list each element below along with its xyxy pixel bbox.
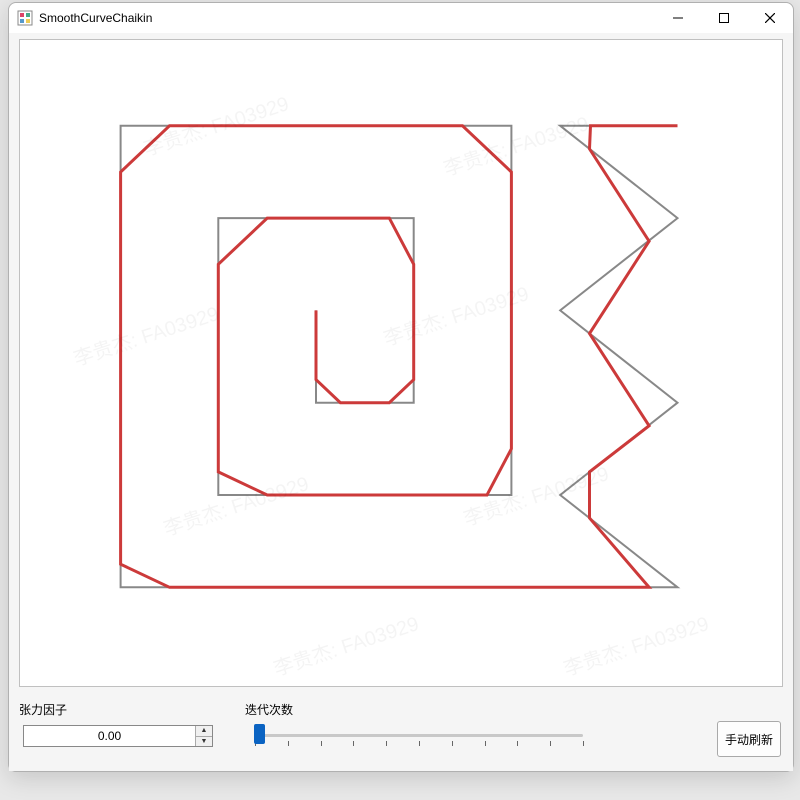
controls-panel: 张力因子 迭代次数 ▲ ▼ 手动刷新 xyxy=(9,695,793,771)
window-title: SmoothCurveChaikin xyxy=(39,11,152,25)
maximize-button[interactable] xyxy=(701,3,747,33)
refresh-button[interactable]: 手动刷新 xyxy=(717,721,781,757)
tension-value-field[interactable] xyxy=(24,726,195,746)
control-polyline xyxy=(121,126,678,588)
titlebar[interactable]: SmoothCurveChaikin xyxy=(9,3,793,33)
refresh-button-label: 手动刷新 xyxy=(725,731,773,748)
app-window: SmoothCurveChaikin 李贵杰: FA03929 李贵杰: FA0… xyxy=(8,2,794,772)
iterations-slider[interactable] xyxy=(249,721,589,751)
slider-track xyxy=(255,734,583,737)
app-icon xyxy=(17,10,33,26)
tension-input[interactable]: ▲ ▼ xyxy=(23,725,213,747)
minimize-button[interactable] xyxy=(655,3,701,33)
slider-ticks xyxy=(255,741,583,747)
close-button[interactable] xyxy=(747,3,793,33)
tension-label: 张力因子 xyxy=(19,701,69,718)
slider-thumb[interactable] xyxy=(254,724,265,744)
chaikin-smoothed xyxy=(121,126,678,588)
tension-step-down[interactable]: ▼ xyxy=(196,736,212,747)
tension-step-up[interactable]: ▲ xyxy=(196,726,212,736)
drawing-canvas[interactable]: 李贵杰: FA03929 李贵杰: FA03929 李贵杰: FA03929 李… xyxy=(19,39,783,687)
iterations-label: 迭代次数 xyxy=(245,701,293,718)
client-area: 李贵杰: FA03929 李贵杰: FA03929 李贵杰: FA03929 李… xyxy=(9,33,793,771)
